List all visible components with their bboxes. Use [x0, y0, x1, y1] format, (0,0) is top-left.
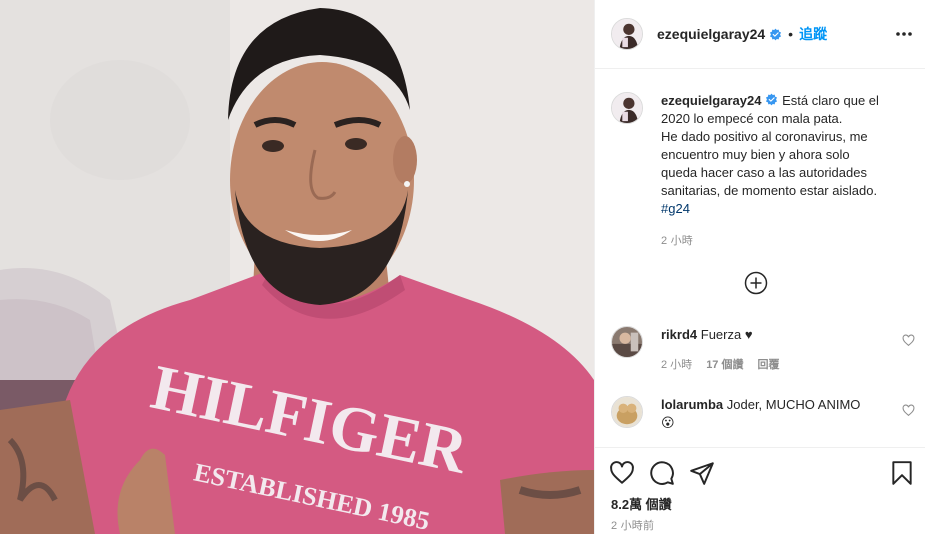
comment-body: lolarumba Joder, MUCHO ANIMO 😮 — [661, 396, 891, 432]
comment-meta: 2 小時 17 個讚 回覆 — [661, 356, 891, 374]
commenter-avatar[interactable] — [611, 326, 643, 358]
post-timestamp[interactable]: 2 小時前 — [611, 517, 654, 533]
comment-item: rikrd4 Fuerza ♥ 2 小時 17 個讚 回覆 — [611, 326, 915, 374]
comment-emoji: 😮 — [661, 415, 675, 430]
caption-avatar[interactable] — [611, 92, 643, 124]
comment-username[interactable]: lolarumba — [661, 397, 723, 412]
caption-text: ezequielgaray24 Está claro que el 2020 l… — [661, 92, 901, 250]
like-count[interactable]: 8.2萬 個讚 — [611, 494, 672, 513]
post-header: ezequielgaray24 • 追蹤 — [595, 0, 925, 69]
caption-line: Está claro que el — [782, 93, 879, 108]
selfie-image: HILFIGER ESTABLISHED 1985 — [0, 0, 594, 534]
follow-button[interactable]: 追蹤 — [799, 24, 827, 44]
post-side-panel: ezequielgaray24 • 追蹤 ezequielgaray24 Est… — [594, 0, 925, 534]
comment-like-heart-icon[interactable] — [902, 404, 915, 417]
header-username[interactable]: ezequielgaray24 — [657, 26, 765, 42]
post-caption: ezequielgaray24 Está claro que el 2020 l… — [611, 92, 911, 250]
load-more-comments-icon[interactable] — [744, 271, 768, 295]
verified-badge-icon — [766, 93, 778, 106]
more-options-icon[interactable] — [894, 24, 914, 44]
separator-dot: • — [788, 26, 794, 42]
like-heart-icon[interactable] — [609, 460, 635, 486]
user-avatar[interactable] — [611, 18, 643, 50]
comment-text: Joder, MUCHO ANIMO — [726, 397, 861, 412]
comment-item: lolarumba Joder, MUCHO ANIMO 😮 — [611, 396, 915, 432]
caption-line: queda hacer caso a las autoridades — [661, 165, 867, 180]
reply-button[interactable]: 回覆 — [757, 356, 779, 374]
instagram-post: HILFIGER ESTABLISHED 1985 ezequielgaray2… — [0, 0, 925, 534]
caption-timestamp[interactable]: 2 小時 — [661, 232, 901, 250]
share-paper-plane-icon[interactable] — [689, 460, 715, 486]
avatar-image — [612, 93, 642, 123]
caption-line: 2020 lo empecé con mala pata. — [661, 111, 843, 126]
save-bookmark-icon[interactable] — [889, 460, 915, 486]
comment-timestamp[interactable]: 2 小時 — [661, 356, 692, 374]
comment-bubble-icon[interactable] — [649, 460, 675, 486]
caption-line: sanitarias, de momento estar aislado. — [661, 183, 878, 198]
avatar-image — [612, 327, 642, 357]
comment-likes[interactable]: 17 個讚 — [706, 356, 743, 374]
caption-line: He dado positivo al coronavirus, me — [661, 129, 868, 144]
comment-username[interactable]: rikrd4 — [661, 327, 697, 342]
post-photo[interactable]: HILFIGER ESTABLISHED 1985 — [0, 0, 594, 534]
comment-text: Fuerza ♥ — [700, 327, 753, 342]
avatar-image — [612, 19, 642, 49]
comment-like-heart-icon[interactable] — [902, 334, 915, 347]
caption-username[interactable]: ezequielgaray24 — [661, 93, 761, 108]
avatar-image — [612, 397, 642, 427]
commenter-avatar[interactable] — [611, 396, 643, 428]
post-actions: 8.2萬 個讚 2 小時前 — [595, 447, 925, 534]
verified-badge-icon — [770, 28, 782, 40]
comment-body: rikrd4 Fuerza ♥ 2 小時 17 個讚 回覆 — [661, 326, 891, 374]
caption-line: encuentro muy bien y ahora solo — [661, 147, 850, 162]
hashtag-link[interactable]: #g24 — [661, 200, 901, 218]
